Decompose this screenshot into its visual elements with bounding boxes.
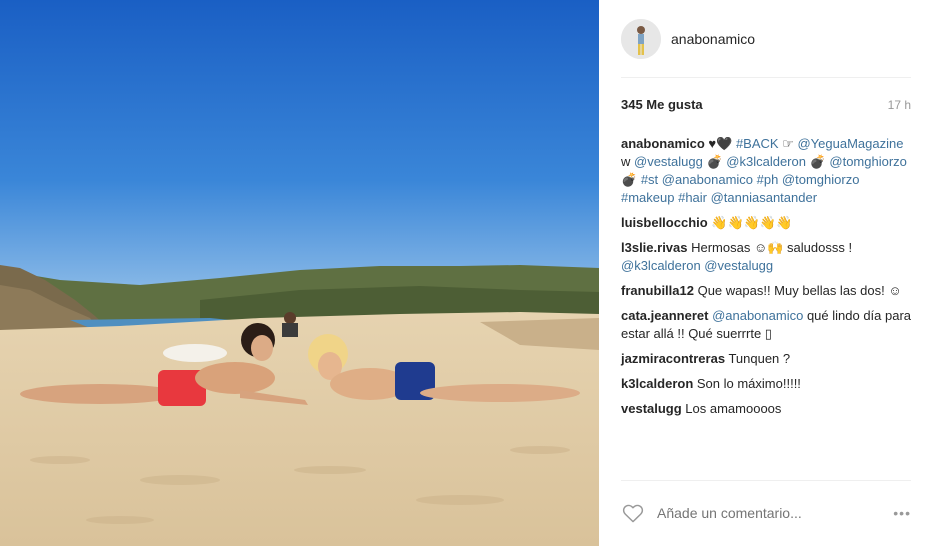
- beach-photo-illustration: [0, 0, 599, 546]
- caption-username[interactable]: anabonamico: [621, 136, 705, 151]
- caption: anabonamico ♥🖤 #BACK ☞ @YeguaMagazine w …: [621, 135, 915, 207]
- caption-link[interactable]: @YeguaMagazine: [797, 136, 903, 151]
- caption-text: 💣: [621, 172, 641, 187]
- caption-text: ♥🖤: [708, 136, 736, 151]
- comment-username[interactable]: cata.jeanneret: [621, 308, 708, 323]
- post-timestamp[interactable]: 17 h: [888, 98, 911, 112]
- comment-mention[interactable]: @anabonamico: [712, 308, 803, 323]
- caption-text: ☞: [778, 136, 798, 151]
- comment-text: Que wapas!! Muy bellas las dos! ☺: [693, 283, 902, 298]
- post-detail-panel: anabonamico 345 Me gusta 17 h anabonamic…: [599, 0, 933, 546]
- caption-link[interactable]: @vestalugg: [634, 154, 703, 169]
- comment-item: cata.jeanneret @anabonamico qué lindo dí…: [621, 307, 915, 343]
- comment-text: Son lo máximo!!!!!: [693, 376, 801, 391]
- comment-item: luisbellocchio 👋👋👋👋👋: [621, 214, 915, 232]
- caption-text: 💣: [805, 154, 830, 169]
- post-photo[interactable]: [0, 0, 599, 546]
- comment-text: Hermosas ☺🙌 saludosss !: [687, 240, 853, 255]
- more-options-icon[interactable]: •••: [893, 505, 911, 521]
- comment-text: Tunquen ?: [725, 351, 791, 366]
- comment-item: l3slie.rivas Hermosas ☺🙌 saludosss ! @k3…: [621, 239, 915, 275]
- caption-link[interactable]: #st @anabonamico #ph @tomghiorzo #makeup…: [621, 172, 859, 205]
- avatar-image: [621, 19, 661, 59]
- add-comment-input[interactable]: [657, 505, 877, 521]
- likes-row: 345 Me gusta 17 h: [621, 97, 911, 112]
- footer-divider: [621, 480, 911, 481]
- comment-username[interactable]: luisbellocchio: [621, 215, 708, 230]
- comment-text: Los amamoooos: [681, 401, 782, 416]
- comment-item: franubilla12 Que wapas!! Muy bellas las …: [621, 282, 915, 300]
- comment-username[interactable]: vestalugg: [621, 401, 682, 416]
- caption-link[interactable]: @k3lcalderon: [726, 154, 806, 169]
- caption-link[interactable]: #BACK: [736, 136, 779, 151]
- comments-list: anabonamico ♥🖤 #BACK ☞ @YeguaMagazine w …: [621, 135, 915, 425]
- likes-count[interactable]: 345 Me gusta: [621, 97, 703, 112]
- header-divider: [621, 77, 911, 78]
- comment-mention[interactable]: @k3lcalderon @vestalugg: [621, 258, 773, 273]
- comment-username[interactable]: l3slie.rivas: [621, 240, 688, 255]
- caption-text: 💣: [702, 154, 727, 169]
- post-username[interactable]: anabonamico: [671, 31, 755, 47]
- comment-item: jazmiracontreras Tunquen ?: [621, 350, 915, 368]
- comment-username[interactable]: jazmiracontreras: [621, 351, 725, 366]
- comment-item: vestalugg Los amamoooos: [621, 400, 915, 418]
- caption-text: w: [621, 154, 634, 169]
- caption-link[interactable]: @tomghiorzo: [829, 154, 907, 169]
- post-footer: •••: [621, 492, 911, 534]
- post-header: anabonamico: [621, 18, 911, 60]
- avatar[interactable]: [621, 19, 661, 59]
- comment-text: 👋👋👋👋👋: [707, 215, 793, 230]
- heart-outline-icon[interactable]: [621, 501, 645, 525]
- comment-username[interactable]: franubilla12: [621, 283, 694, 298]
- comment-item: k3lcalderon Son lo máximo!!!!!: [621, 375, 915, 393]
- comment-username[interactable]: k3lcalderon: [621, 376, 693, 391]
